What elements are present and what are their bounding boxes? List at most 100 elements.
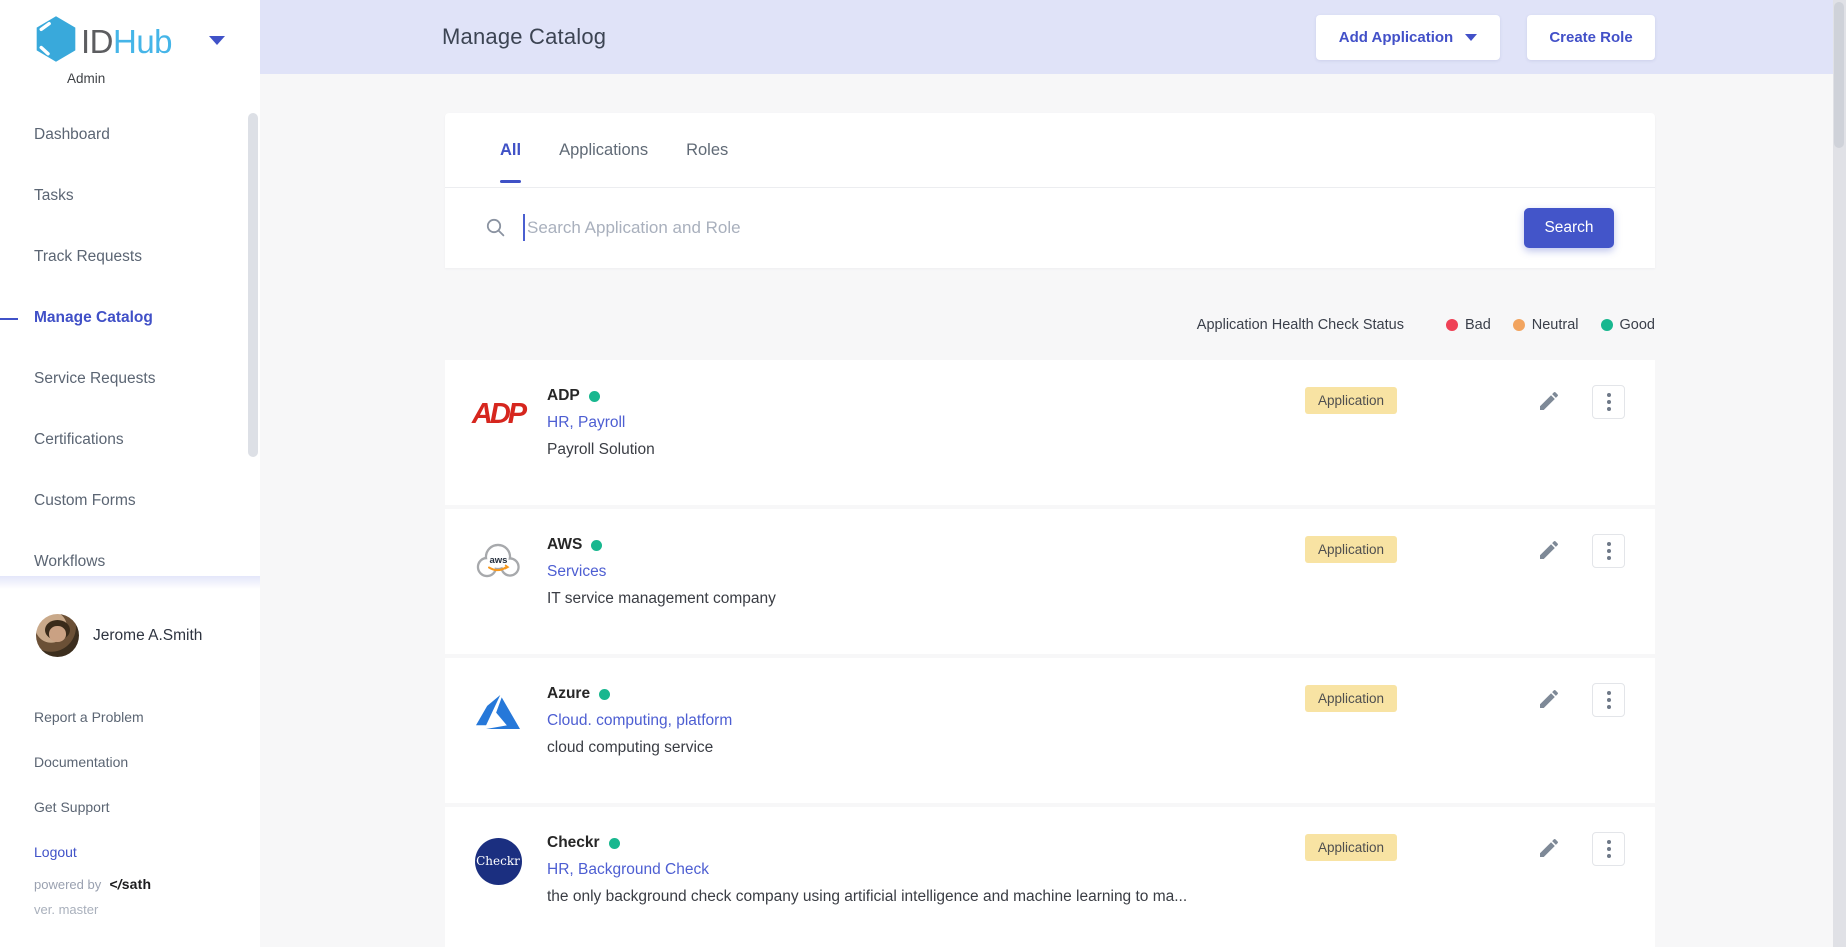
sidebar-footer-link-documentation[interactable]: Documentation bbox=[0, 739, 260, 784]
search-input[interactable] bbox=[525, 218, 1655, 238]
application-name: ADP bbox=[547, 387, 580, 405]
sidebar-divider bbox=[0, 576, 260, 589]
more-options-button[interactable] bbox=[1592, 534, 1625, 568]
catalog-row-checkr: Checkr Checkr HR, Background Check the o… bbox=[445, 807, 1655, 947]
sidebar-item-track-requests[interactable]: Track Requests bbox=[0, 226, 260, 287]
application-name: Checkr bbox=[547, 834, 600, 852]
more-options-button[interactable] bbox=[1592, 832, 1625, 866]
legend-item-neutral: Neutral bbox=[1513, 317, 1579, 333]
more-options-button[interactable] bbox=[1592, 683, 1625, 717]
pencil-icon bbox=[1537, 538, 1561, 562]
page-scrollbar-thumb[interactable] bbox=[1834, 2, 1844, 148]
sidebar-footer-link-get-support[interactable]: Get Support bbox=[0, 784, 260, 829]
health-status-dot-icon bbox=[591, 540, 602, 551]
application-categories-link[interactable]: Services bbox=[547, 563, 776, 581]
sidebar-footer-links: Report a Problem Documentation Get Suppo… bbox=[0, 694, 260, 874]
type-badge: Application bbox=[1305, 387, 1397, 414]
sidebar-scrollbar-thumb[interactable] bbox=[248, 113, 258, 457]
edit-button[interactable] bbox=[1535, 387, 1563, 415]
sidebar-footer-link-report-a-problem[interactable]: Report a Problem bbox=[0, 694, 260, 739]
page-scrollbar[interactable] bbox=[1833, 0, 1846, 947]
sidebar-item-label: Workflows bbox=[34, 553, 105, 571]
application-categories-link[interactable]: HR, Payroll bbox=[547, 414, 655, 432]
page-header: Manage Catalog Add Application Create Ro… bbox=[260, 0, 1846, 74]
application-description: the only background check company using … bbox=[547, 888, 1187, 906]
add-application-label: Add Application bbox=[1339, 29, 1453, 46]
health-status-dot-icon bbox=[589, 391, 600, 402]
adp-logo: ADP bbox=[473, 390, 523, 438]
more-options-button[interactable] bbox=[1592, 385, 1625, 419]
sidebar-item-manage-catalog[interactable]: Manage Catalog bbox=[0, 287, 260, 348]
brand-logo: IDHub Admin bbox=[33, 14, 172, 86]
idhub-hexagon-icon bbox=[33, 14, 79, 69]
active-indicator bbox=[0, 318, 18, 320]
catalog-tabs: All Applications Roles bbox=[445, 113, 1655, 188]
tab-applications[interactable]: Applications bbox=[559, 113, 648, 187]
catalog-row-azure: Azure Cloud. computing, platform cloud c… bbox=[445, 658, 1655, 803]
sidebar-item-dashboard[interactable]: Dashboard bbox=[0, 104, 260, 165]
brand-wordmark: IDHub bbox=[81, 23, 172, 61]
edit-button[interactable] bbox=[1535, 834, 1563, 862]
kebab-icon bbox=[1607, 840, 1611, 844]
health-status-dot-icon bbox=[599, 689, 610, 700]
status-dot-icon bbox=[1446, 319, 1458, 331]
sidebar-item-custom-forms[interactable]: Custom Forms bbox=[0, 470, 260, 531]
application-name: Azure bbox=[547, 685, 590, 703]
add-application-button[interactable]: Add Application bbox=[1316, 15, 1500, 60]
application-description: cloud computing service bbox=[547, 739, 732, 757]
legend-title: Application Health Check Status bbox=[1197, 317, 1404, 333]
user-profile[interactable]: Jerome A.Smith bbox=[36, 614, 202, 657]
type-badge: Application bbox=[1305, 536, 1397, 563]
kebab-icon bbox=[1607, 691, 1611, 695]
version-label: ver. master bbox=[34, 902, 98, 917]
pencil-icon bbox=[1537, 389, 1561, 413]
sidebar-item-label: Custom Forms bbox=[34, 492, 136, 510]
kebab-icon bbox=[1607, 393, 1611, 397]
search-button[interactable]: Search bbox=[1524, 208, 1614, 248]
create-role-button[interactable]: Create Role bbox=[1527, 15, 1655, 60]
azure-logo bbox=[473, 688, 523, 736]
workspace-switcher-caret-icon[interactable] bbox=[209, 36, 225, 45]
tab-label: Roles bbox=[686, 141, 728, 160]
tab-roles[interactable]: Roles bbox=[686, 113, 728, 187]
pencil-icon bbox=[1537, 687, 1561, 711]
sidebar-item-label: Track Requests bbox=[34, 248, 142, 266]
catalog-list: ADP ADP HR, Payroll Payroll Solution App… bbox=[445, 360, 1655, 947]
sidebar-item-service-requests[interactable]: Service Requests bbox=[0, 348, 260, 409]
catalog-filter-panel: All Applications Roles Search bbox=[445, 113, 1655, 268]
application-categories-link[interactable]: Cloud. computing, platform bbox=[547, 712, 732, 730]
content-area: All Applications Roles Search Ap bbox=[260, 74, 1846, 947]
sath-logo: </sath bbox=[109, 876, 151, 892]
status-dot-icon bbox=[1513, 319, 1525, 331]
application-categories-link[interactable]: HR, Background Check bbox=[547, 861, 1187, 879]
sidebar-footer-link-label: Logout bbox=[34, 844, 77, 860]
page-title: Manage Catalog bbox=[442, 24, 606, 50]
workspace-role-label: Admin bbox=[67, 71, 172, 86]
application-name: AWS bbox=[547, 536, 582, 554]
application-description: IT service management company bbox=[547, 590, 776, 608]
sidebar-item-certifications[interactable]: Certifications bbox=[0, 409, 260, 470]
legend-item-label: Neutral bbox=[1532, 317, 1579, 333]
search-row: Search bbox=[445, 188, 1655, 267]
chevron-down-icon bbox=[1465, 34, 1477, 41]
edit-button[interactable] bbox=[1535, 685, 1563, 713]
svg-text:aws: aws bbox=[490, 555, 508, 566]
legend-item-label: Good bbox=[1620, 317, 1655, 333]
sidebar-item-label: Certifications bbox=[34, 431, 124, 449]
status-dot-icon bbox=[1601, 319, 1613, 331]
tab-all[interactable]: All bbox=[500, 113, 521, 187]
edit-button[interactable] bbox=[1535, 536, 1563, 564]
health-status-dot-icon bbox=[609, 838, 620, 849]
app-window: IDHub Admin Dashboard Tasks Track Reques… bbox=[0, 0, 1846, 947]
sidebar-footer-link-label: Report a Problem bbox=[34, 709, 144, 725]
sidebar-item-label: Service Requests bbox=[34, 370, 155, 388]
legend-item-good: Good bbox=[1601, 317, 1655, 333]
legend-item-bad: Bad bbox=[1446, 317, 1491, 333]
sidebar-footer-link-logout[interactable]: Logout bbox=[0, 829, 260, 874]
sidebar-item-label: Tasks bbox=[34, 187, 74, 205]
type-badge: Application bbox=[1305, 834, 1397, 861]
sidebar-item-tasks[interactable]: Tasks bbox=[0, 165, 260, 226]
legend-item-label: Bad bbox=[1465, 317, 1491, 333]
sidebar-item-label: Dashboard bbox=[34, 126, 110, 144]
main-area: Manage Catalog Add Application Create Ro… bbox=[260, 0, 1846, 947]
